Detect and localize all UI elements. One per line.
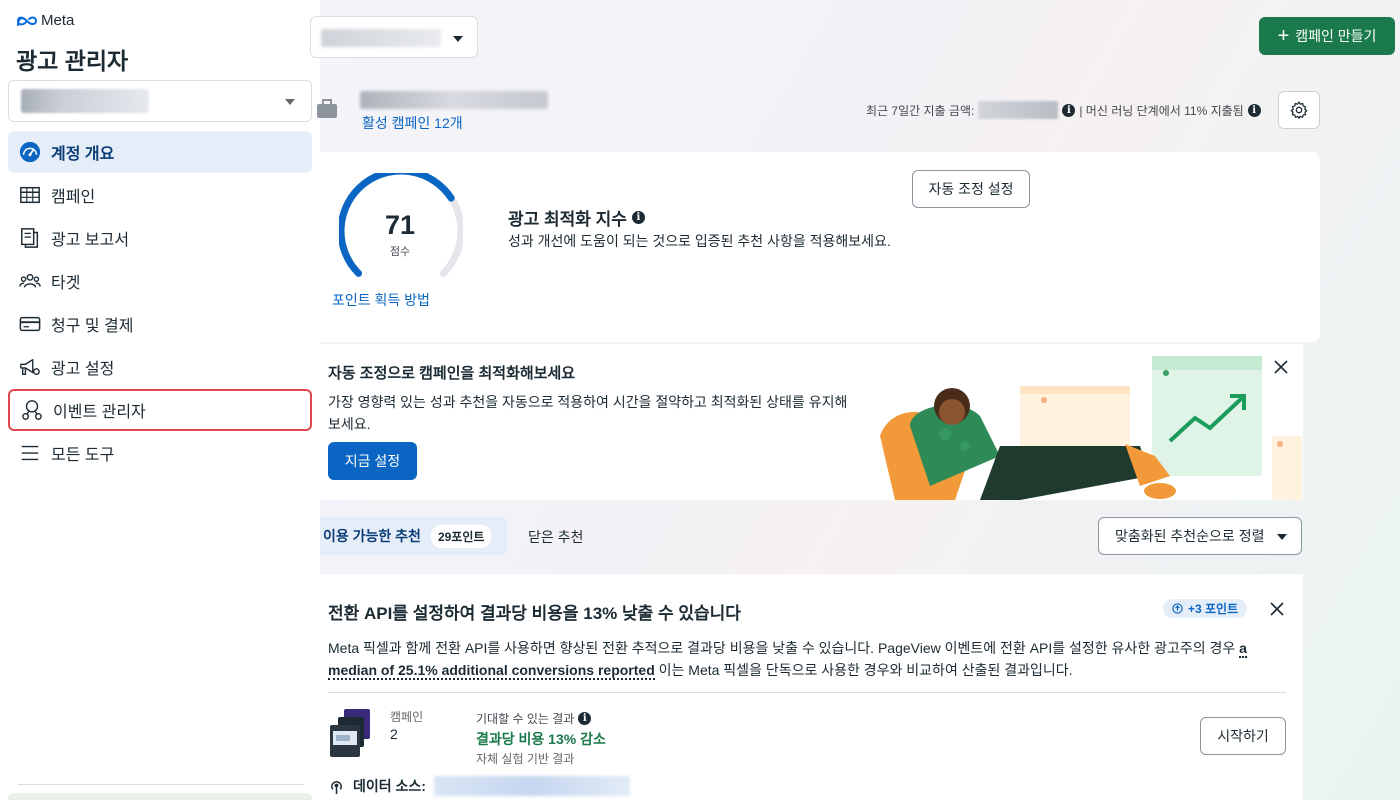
sidebar-item-account-overview[interactable]: 계정 개요 xyxy=(8,131,312,173)
broadcast-icon xyxy=(331,780,342,794)
meta-infinity-icon xyxy=(16,16,38,26)
campaign-thumbnails xyxy=(330,709,370,757)
spend-label: 최근 7일간 지출 금액: xyxy=(866,103,975,118)
expected-result-note: 자체 실험 기반 결과 xyxy=(476,752,575,766)
info-icon[interactable]: i xyxy=(1247,103,1261,117)
optimization-score-value: 71 xyxy=(384,210,416,240)
sidebar-item-label: 광고 보고서 xyxy=(51,232,130,249)
table-icon xyxy=(18,183,42,207)
get-started-button[interactable]: 시작하기 xyxy=(1200,717,1286,755)
recommendation-description-end: 이는 Meta 픽셀을 단독으로 사용한 경우와 비교하여 산출된 결과입니다. xyxy=(654,662,1073,678)
setup-now-button[interactable]: 지금 설정 xyxy=(328,442,417,480)
relaxing-person-illustration xyxy=(880,356,1302,500)
recommendation-points-badge: +3 포인트 xyxy=(1163,599,1248,618)
info-icon[interactable]: i xyxy=(578,712,592,725)
recommendation-divider xyxy=(328,692,1286,693)
gauge-icon xyxy=(18,140,42,164)
account-selector[interactable] xyxy=(8,80,312,122)
sidebar-item-label: 캠페인 xyxy=(51,189,96,206)
sidebar-item-billing[interactable]: 청구 및 결제 xyxy=(8,303,312,345)
tab-dismissed-recommendations[interactable]: 닫은 추천 xyxy=(528,527,583,547)
megaphone-settings-icon xyxy=(18,355,42,379)
expected-result-value: 결과당 비용 13% 감소 xyxy=(476,731,606,747)
sidebar-item-all-tools[interactable]: 모든 도구 xyxy=(8,432,312,474)
data-source-redacted xyxy=(433,776,630,796)
earn-points-link[interactable]: 포인트 획득 방법 xyxy=(332,290,430,310)
recommendation-description-start: Meta 픽셀과 함께 전환 API를 사용하면 향상된 전환 추적으로 결과당… xyxy=(328,640,1240,656)
account-name-redacted xyxy=(21,89,149,113)
optimization-score-title: 광고 최적화 지수 i xyxy=(508,205,645,230)
recommendation-title: 전환 API를 설정하여 결과당 비용을 13% 낮출 수 있습니다 xyxy=(328,604,741,623)
recommendation-points-text: +3 포인트 xyxy=(1188,602,1239,616)
chevron-down-icon xyxy=(453,36,463,42)
meta-logo-text: Meta xyxy=(41,12,75,29)
chevron-down-icon xyxy=(285,99,295,105)
business-selector[interactable] xyxy=(310,16,478,58)
credit-card-icon xyxy=(18,312,42,336)
tab-available-label: 이용 가능한 추천 xyxy=(323,528,421,544)
optimization-score-subtitle: 성과 개선에 도움이 되는 것으로 입증된 추천 사항을 적용해보세요. xyxy=(508,233,891,249)
sort-dropdown-value: 맞춤화된 추천순으로 정렬 xyxy=(1115,528,1265,544)
active-campaigns-link[interactable]: 활성 캠페인 12개 xyxy=(362,113,463,133)
create-campaign-button[interactable]: + 캠페인 만들기 xyxy=(1259,17,1395,55)
sidebar-nav: 계정 개요 캠페인 광고 보고서 타겟 청구 및 결제 광고 설정 이벤트 관리… xyxy=(8,131,312,475)
settings-button[interactable] xyxy=(1278,91,1320,129)
optimization-score-unit: 점수 xyxy=(389,246,411,258)
app-title: 광고 관리자 xyxy=(16,48,129,74)
create-campaign-label: 캠페인 만들기 xyxy=(1295,28,1377,44)
account-name-redacted xyxy=(360,91,548,109)
business-name-redacted xyxy=(321,29,441,47)
sidebar-item-ad-reports[interactable]: 광고 보고서 xyxy=(8,217,312,259)
sidebar-item-label: 이벤트 관리자 xyxy=(53,404,146,421)
sidebar-item-ad-settings[interactable]: 광고 설정 xyxy=(8,346,312,388)
sidebar-item-label: 타겟 xyxy=(51,275,81,292)
plus-icon: + xyxy=(1277,25,1290,47)
sidebar-item-label: 모든 도구 xyxy=(51,447,115,464)
available-points-badge: 29포인트 xyxy=(430,524,492,548)
recommendation-description: Meta 픽셀과 함께 전환 API를 사용하면 향상된 전환 추적으로 결과당… xyxy=(328,637,1278,681)
campaign-label: 캠페인 xyxy=(390,710,424,724)
data-source-label: 데이터 소스: xyxy=(353,778,426,794)
data-source-row: 데이터 소스: xyxy=(328,776,630,796)
promo-title: 자동 조정으로 캠페인을 최적화해보세요 xyxy=(328,365,576,382)
sidebar-bottom-panel[interactable] xyxy=(8,793,312,800)
menu-icon xyxy=(18,441,42,465)
arrow-up-circle-icon xyxy=(1172,603,1183,614)
gear-icon xyxy=(1290,101,1308,119)
learning-phase-label: | 머신 러닝 단계에서 11% 지출됨 xyxy=(1079,103,1244,118)
close-icon[interactable] xyxy=(1269,601,1285,617)
sidebar-item-label: 계정 개요 xyxy=(51,146,115,163)
chevron-down-icon xyxy=(1277,534,1287,540)
audience-icon xyxy=(18,269,42,293)
info-icon[interactable]: i xyxy=(1062,103,1076,117)
sidebar-item-campaigns[interactable]: 캠페인 xyxy=(8,174,312,216)
sidebar-item-audiences[interactable]: 타겟 xyxy=(8,260,312,302)
sort-dropdown[interactable]: 맞춤화된 추천순으로 정렬 xyxy=(1098,517,1302,555)
optimization-score-title-text: 광고 최적화 지수 xyxy=(508,210,627,229)
sidebar-item-events-manager[interactable]: 이벤트 관리자 xyxy=(8,389,312,431)
expected-result-label: 기대할 수 있는 결과 i xyxy=(476,710,592,727)
spend-summary: 최근 7일간 지출 금액: i | 머신 러닝 단계에서 11% 지출됨 i xyxy=(866,101,1261,119)
info-icon[interactable]: i xyxy=(631,211,645,224)
sidebar-divider xyxy=(18,784,304,785)
spend-amount-redacted xyxy=(978,101,1059,119)
expected-result-label-text: 기대할 수 있는 결과 xyxy=(476,712,575,726)
sidebar-item-label: 광고 설정 xyxy=(51,361,115,378)
promo-description: 가장 영향력 있는 성과 추천을 자동으로 적용하여 시간을 절약하고 최적화된… xyxy=(328,394,848,432)
sidebar: Meta 광고 관리자 계정 개요 캠페인 광고 보고서 타겟 청구 및 결제 … xyxy=(0,0,320,800)
briefcase-icon xyxy=(317,99,337,118)
sidebar-item-label: 청구 및 결제 xyxy=(51,318,134,335)
report-icon xyxy=(18,226,42,250)
events-manager-icon xyxy=(20,398,44,422)
auto-adjust-settings-button[interactable]: 자동 조정 설정 xyxy=(912,170,1030,208)
meta-logo[interactable]: Meta xyxy=(16,12,74,29)
tab-available-recommendations[interactable]: 이용 가능한 추천 29포인트 xyxy=(320,517,507,555)
campaign-count: 2 xyxy=(390,726,398,742)
